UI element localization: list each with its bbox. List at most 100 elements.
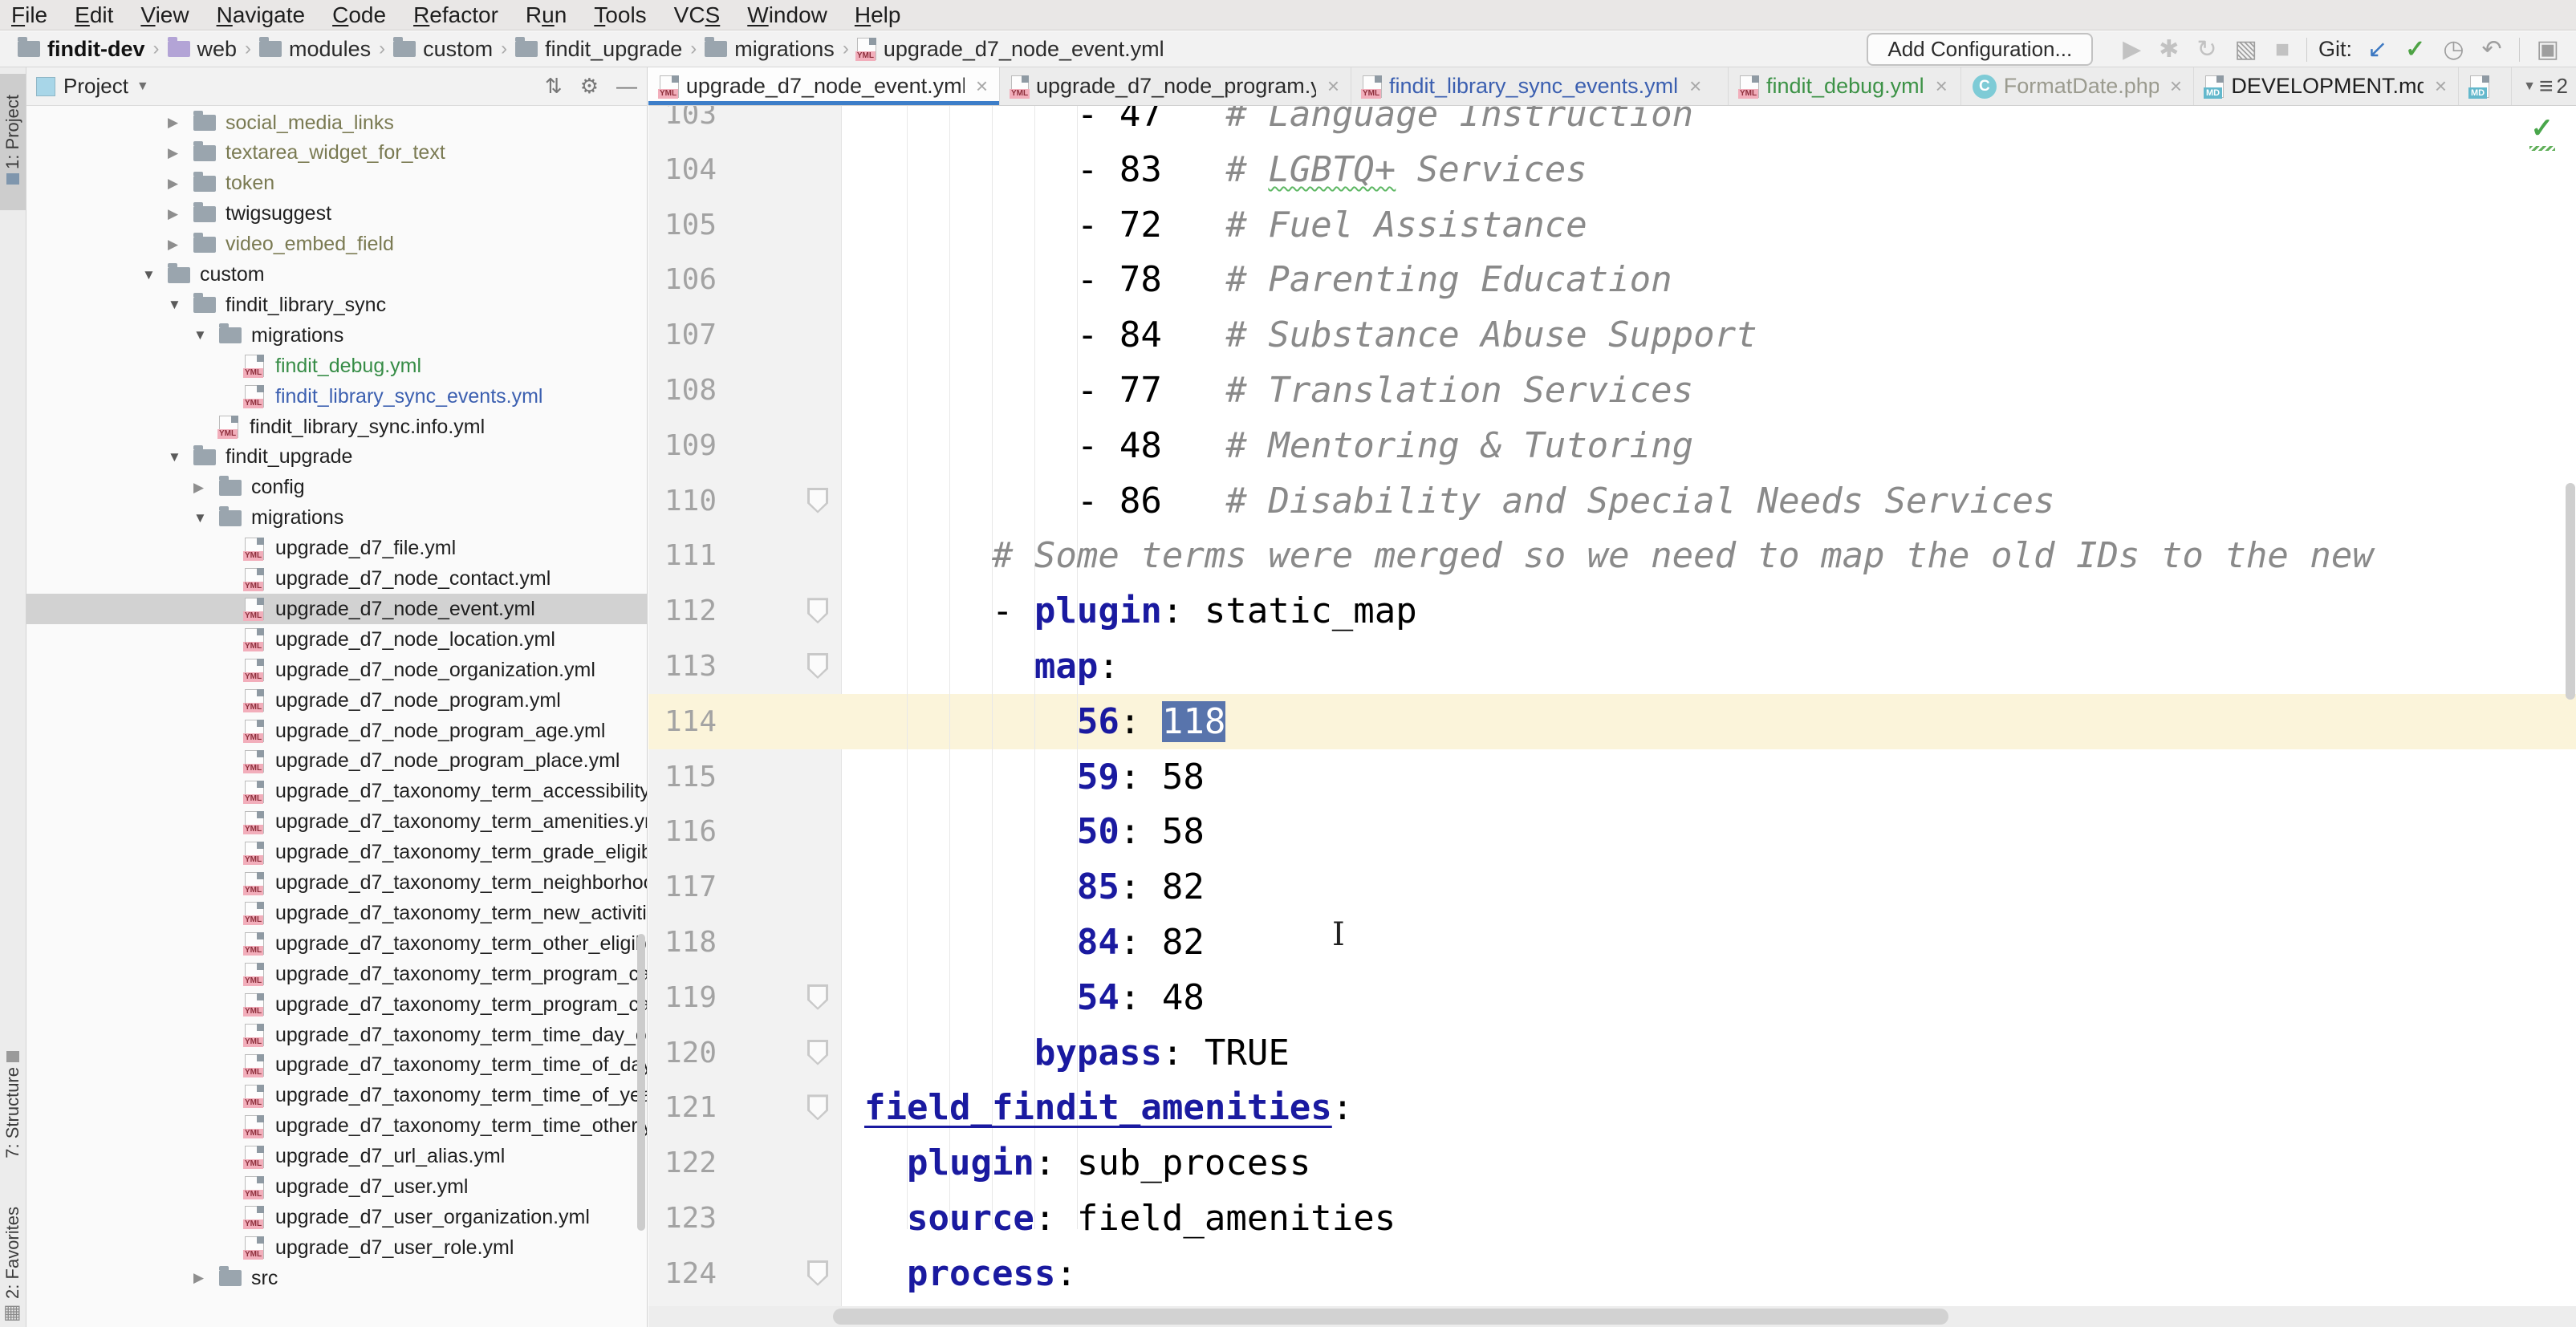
menu-item-tools[interactable]: Tools: [594, 2, 646, 28]
menu-item-help[interactable]: Help: [855, 2, 901, 28]
tree-item-upgrade-d7-taxonomy-term-new-activities[interactable]: upgrade_d7_taxonomy_term_new_activities: [26, 898, 647, 928]
tree-item-findit-library-sync[interactable]: ▼findit_library_sync: [26, 290, 647, 320]
code-editor[interactable]: 103 - 47 # Language Instruction104 - 83 …: [648, 106, 2576, 1327]
project-panel-title[interactable]: Project: [63, 74, 128, 99]
run-anything-icon[interactable]: ▣: [2537, 34, 2559, 66]
stop-icon[interactable]: ■: [2275, 36, 2290, 63]
tab-findit-library-sync-events-yml[interactable]: findit_library_sync_events.yml×: [1351, 67, 1729, 105]
code-line-113[interactable]: 113 map:: [648, 639, 2576, 694]
chevron-collapsed-icon[interactable]: ▶: [168, 176, 178, 192]
tree-item-upgrade-d7-user-role-yml[interactable]: upgrade_d7_user_role.yml: [26, 1232, 647, 1263]
git-commit-icon[interactable]: ✓: [2405, 36, 2425, 63]
code-line-105[interactable]: 105 - 72 # Fuel Assistance: [648, 197, 2576, 253]
fold-marker-icon[interactable]: [807, 984, 828, 1010]
tree-item-upgrade-d7-taxonomy-term-time-other-yml[interactable]: upgrade_d7_taxonomy_term_time_other.yml: [26, 1111, 647, 1142]
hide-panel-icon[interactable]: —: [616, 74, 637, 99]
breadcrumb-item-web[interactable]: web: [168, 37, 238, 62]
tree-item-config[interactable]: ▶config: [26, 473, 647, 503]
tree-item-findit-upgrade[interactable]: ▼findit_upgrade: [26, 442, 647, 473]
breadcrumb-item-modules[interactable]: modules: [259, 37, 371, 62]
tree-item-upgrade-d7-taxonomy-term-program-cate[interactable]: upgrade_d7_taxonomy_term_program_cate: [26, 989, 647, 1020]
tree-item-video-embed-field[interactable]: ▶video_embed_field: [26, 229, 647, 260]
tree-item-upgrade-d7-taxonomy-term-grade-eligibil[interactable]: upgrade_d7_taxonomy_term_grade_eligibil: [26, 838, 647, 868]
tree-item-upgrade-d7-taxonomy-term-time-of-year[interactable]: upgrade_d7_taxonomy_term_time_of_year.: [26, 1081, 647, 1111]
code-line-124[interactable]: 124 process:: [648, 1246, 2576, 1301]
close-icon[interactable]: ×: [2170, 74, 2182, 99]
editor-vertical-scrollbar[interactable]: [2566, 483, 2575, 700]
tab-upgrade-d7-node-program-yml[interactable]: upgrade_d7_node_program.yml×: [1000, 67, 1351, 105]
code-line-110[interactable]: 110 - 86 # Disability and Special Needs …: [648, 473, 2576, 529]
breadcrumb-item-custom[interactable]: custom: [393, 37, 493, 62]
tree-item-upgrade-d7-node-program-place-yml[interactable]: upgrade_d7_node_program_place.yml: [26, 746, 647, 777]
code-line-106[interactable]: 106 - 78 # Parenting Education: [648, 252, 2576, 307]
close-icon[interactable]: ×: [2435, 74, 2447, 99]
project-tree-scrollbar[interactable]: [637, 934, 645, 1231]
coverage-icon[interactable]: ↻: [2196, 36, 2216, 63]
gear-icon[interactable]: ⚙: [580, 74, 599, 99]
git-update-icon[interactable]: ↙: [2367, 36, 2387, 63]
tree-item-src[interactable]: ▶src: [26, 1263, 647, 1293]
editor-horizontal-scrollbar-thumb[interactable]: [833, 1309, 1948, 1325]
code-line-112[interactable]: 112 - plugin: static_map: [648, 583, 2576, 639]
chevron-expanded-icon[interactable]: ▼: [193, 327, 207, 343]
code-line-108[interactable]: 108 - 77 # Translation Services: [648, 363, 2576, 418]
fold-marker-icon[interactable]: [807, 1094, 828, 1120]
inspection-ok-icon[interactable]: ✓: [2531, 112, 2554, 144]
tree-item-upgrade-d7-node-event-yml[interactable]: upgrade_d7_node_event.yml: [26, 594, 647, 624]
chevron-collapsed-icon[interactable]: ▶: [193, 1270, 204, 1286]
tree-item-upgrade-d7-node-location-yml[interactable]: upgrade_d7_node_location.yml: [26, 624, 647, 655]
profiler-icon[interactable]: ▧: [2235, 36, 2257, 63]
chevron-collapsed-icon[interactable]: ▶: [168, 145, 178, 161]
code-line-111[interactable]: 111 # Some terms were merged so we need …: [648, 528, 2576, 583]
menu-item-navigate[interactable]: Navigate: [217, 2, 306, 28]
tree-item-social-media-links[interactable]: ▶social_media_links: [26, 108, 647, 138]
tree-item-upgrade-d7-taxonomy-term-neighborhoo[interactable]: upgrade_d7_taxonomy_term_neighborhoo: [26, 868, 647, 899]
menu-item-run[interactable]: Run: [526, 2, 567, 28]
tree-item-upgrade-d7-taxonomy-term-other-eligibili[interactable]: upgrade_d7_taxonomy_term_other_eligibili: [26, 928, 647, 959]
editor-horizontal-scrollbar[interactable]: [648, 1306, 2576, 1327]
chevron-collapsed-icon[interactable]: ▶: [168, 115, 178, 131]
breadcrumb-item-upgrade-d7-node-event-yml[interactable]: upgrade_d7_node_event.yml: [857, 37, 1164, 62]
close-icon[interactable]: ×: [1327, 74, 1339, 99]
tree-item-upgrade-d7-taxonomy-term-time-day-of[interactable]: upgrade_d7_taxonomy_term_time_day_of_: [26, 1020, 647, 1050]
chevron-collapsed-icon[interactable]: ▶: [168, 206, 178, 222]
tree-item-findit-library-sync-events-yml[interactable]: findit_library_sync_events.yml: [26, 381, 647, 412]
fold-marker-icon[interactable]: [807, 488, 828, 513]
tree-item-upgrade-d7-taxonomy-term-program-cate[interactable]: upgrade_d7_taxonomy_term_program_cate: [26, 959, 647, 989]
chevron-collapsed-icon[interactable]: ▶: [193, 480, 204, 496]
chevron-expanded-icon[interactable]: ▼: [168, 449, 181, 465]
tab-findit-debug-yml[interactable]: findit_debug.yml×: [1729, 67, 1961, 105]
tree-item-twigsuggest[interactable]: ▶twigsuggest: [26, 199, 647, 229]
code-line-109[interactable]: 109 - 48 # Mentoring & Tutoring: [648, 418, 2576, 473]
chevron-expanded-icon[interactable]: ▼: [168, 297, 181, 313]
tool-window-button-structure[interactable]: 7: Structure: [0, 1030, 26, 1175]
run-icon[interactable]: ▶: [2123, 36, 2141, 63]
tree-item-upgrade-d7-user-organization-yml[interactable]: upgrade_d7_user_organization.yml: [26, 1202, 647, 1232]
code-line-118[interactable]: 118 84: 82: [648, 915, 2576, 970]
code-line-107[interactable]: 107 - 84 # Substance Abuse Support: [648, 307, 2576, 363]
tree-item-findit-library-sync-info-yml[interactable]: findit_library_sync.info.yml: [26, 412, 647, 442]
breadcrumb-item-findit-dev[interactable]: findit-dev: [18, 37, 145, 62]
menu-item-vcs[interactable]: VCS: [674, 2, 721, 28]
menu-item-window[interactable]: Window: [747, 2, 827, 28]
tree-item-upgrade-d7-file-yml[interactable]: upgrade_d7_file.yml: [26, 534, 647, 564]
code-line-122[interactable]: 122 plugin: sub_process: [648, 1135, 2576, 1191]
add-configuration-button[interactable]: Add Configuration...: [1867, 33, 2093, 66]
tree-item-upgrade-d7-url-alias-yml[interactable]: upgrade_d7_url_alias.yml: [26, 1142, 647, 1172]
code-line-119[interactable]: 119 54: 48: [648, 970, 2576, 1025]
tab-development-md[interactable]: DEVELOPMENT.md×: [2194, 67, 2459, 105]
tab-formatdate-php[interactable]: CFormatDate.php×: [1961, 67, 2194, 105]
menu-item-view[interactable]: View: [140, 2, 189, 28]
collapse-all-icon[interactable]: ⇅: [545, 74, 563, 99]
menu-item-refactor[interactable]: Refactor: [413, 2, 498, 28]
tree-item-upgrade-d7-node-contact-yml[interactable]: upgrade_d7_node_contact.yml: [26, 564, 647, 595]
code-line-121[interactable]: 121field_findit_amenities:: [648, 1080, 2576, 1135]
code-line-114[interactable]: 114 56: 118: [648, 694, 2576, 749]
tree-item-findit-debug-yml[interactable]: findit_debug.yml: [26, 351, 647, 381]
tree-item-upgrade-d7-taxonomy-term-amenities-yml[interactable]: upgrade_d7_taxonomy_term_amenities.yml: [26, 807, 647, 838]
fold-marker-icon[interactable]: [807, 1260, 828, 1286]
breadcrumb-item-findit-upgrade[interactable]: findit_upgrade: [515, 37, 682, 62]
fold-marker-icon[interactable]: [807, 653, 828, 679]
code-line-116[interactable]: 116 50: 58: [648, 804, 2576, 859]
tree-item-token[interactable]: ▶token: [26, 168, 647, 199]
